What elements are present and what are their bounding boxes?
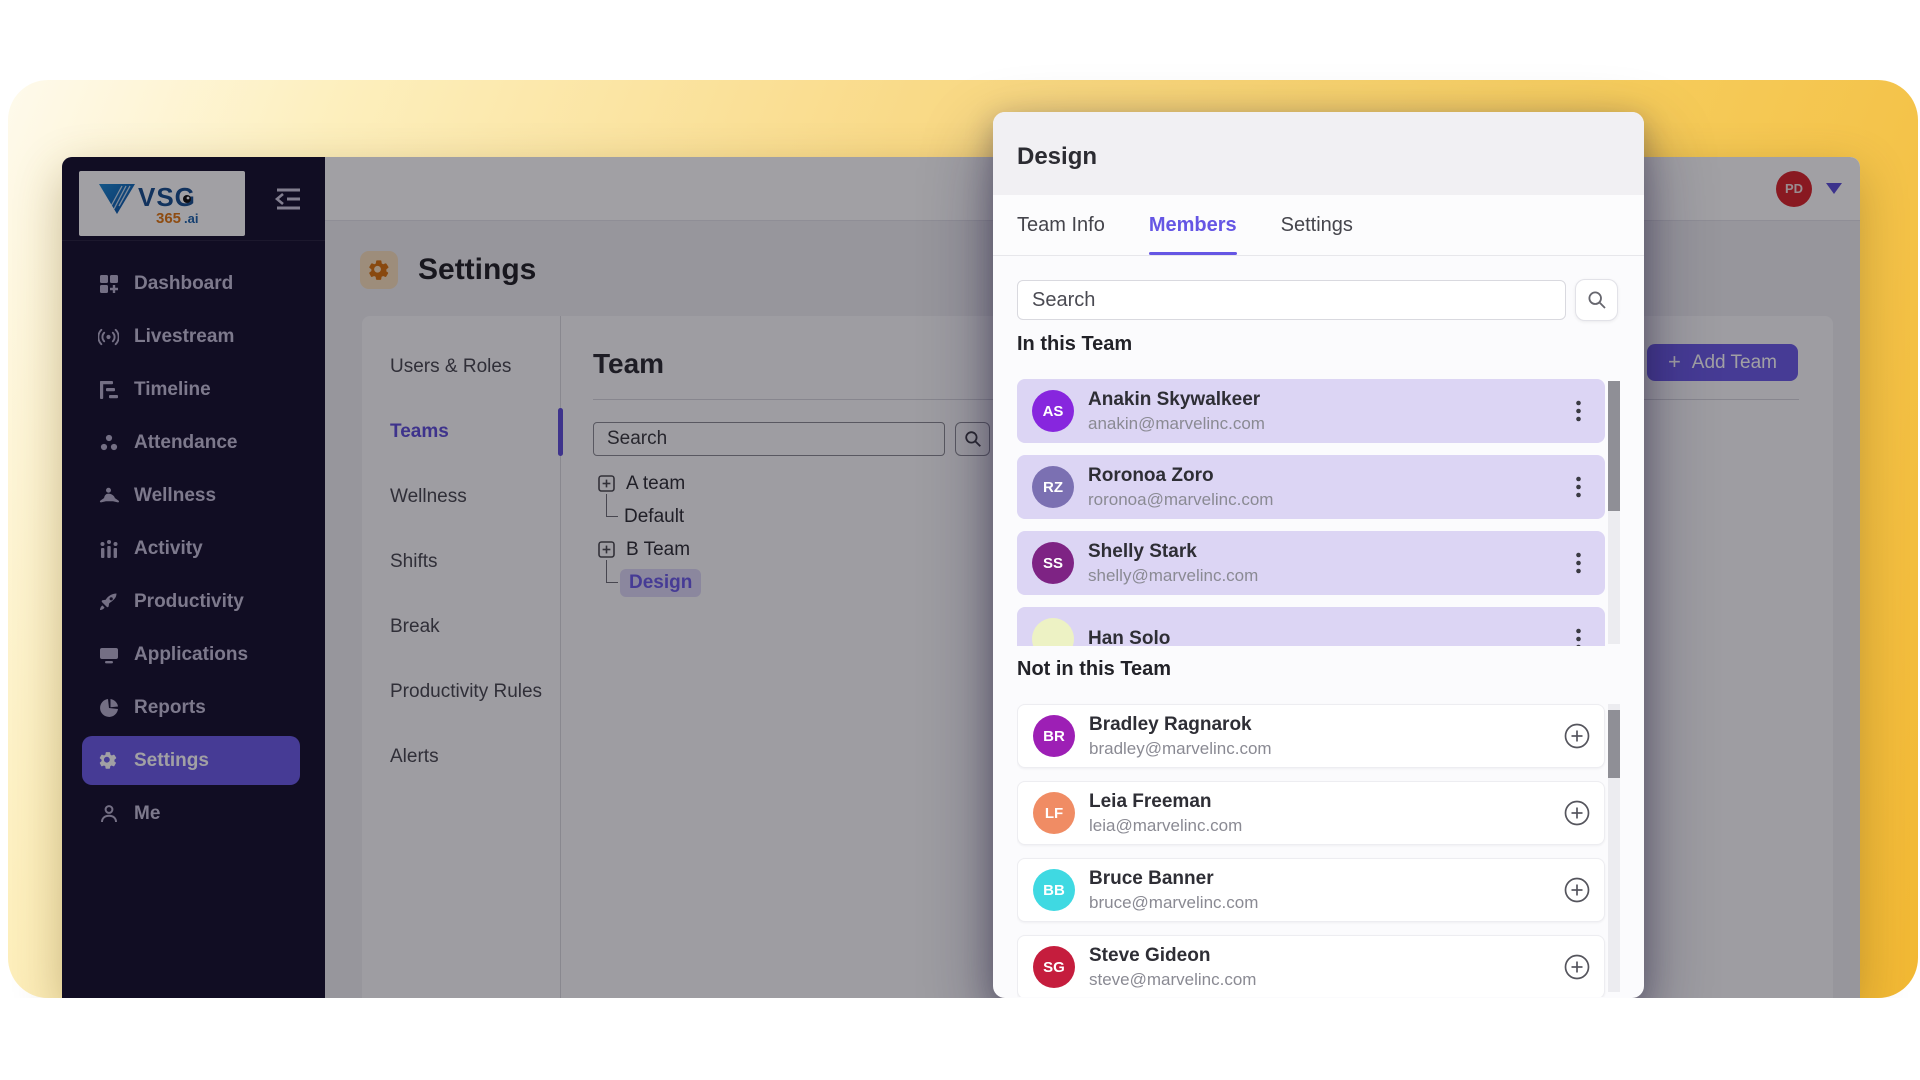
tab-settings[interactable]: Settings [1281,195,1353,255]
avatar: SG [1033,946,1075,988]
member-texts: Roronoa Zoro roronoa@marvelinc.com [1088,464,1273,511]
add-member-plus-icon[interactable] [1564,723,1590,749]
member-texts: Han Solo [1088,627,1170,646]
member-email: roronoa@marvelinc.com [1088,489,1274,509]
not-in-team-label: Not in this Team [1017,658,1172,680]
member-row[interactable]: SG Steve Gideon steve@marvelinc.com [1017,935,1605,997]
member-options-kebab-icon[interactable] [1565,628,1591,646]
search-icon [1587,291,1606,309]
modal-header: Design [993,112,1644,195]
member-texts: Steve Gideon steve@marvelinc.com [1089,944,1256,991]
member-row[interactable]: Han Solo [1017,607,1605,646]
tab-members[interactable]: Members [1148,195,1237,255]
page-margin [0,998,1920,1080]
member-row[interactable]: BB Bruce Banner bruce@marvelinc.com [1017,858,1605,922]
modal-title: Design [1017,142,1098,170]
member-options-kebab-icon[interactable] [1565,400,1591,422]
in-team-label: In this Team [1017,333,1133,355]
team-details-modal: Design Team Info Members Settings In thi… [993,112,1644,998]
avatar [1032,618,1074,646]
member-search-input[interactable] [1017,280,1566,320]
avatar: RZ [1032,466,1074,508]
member-name: Steve Gideon [1089,944,1211,966]
member-row[interactable]: BR Bradley Ragnarok bradley@marvelinc.co… [1017,704,1605,768]
avatar: AS [1032,390,1074,432]
member-row[interactable]: SS Shelly Stark shelly@marvelinc.com [1017,531,1605,595]
add-member-plus-icon[interactable] [1564,954,1590,980]
in-team-list: AS Anakin Skywalkeer anakin@marvelinc.co… [1017,369,1620,646]
member-search-button[interactable] [1575,279,1618,321]
member-name: Anakin Skywalkeer [1088,388,1261,410]
member-name: Shelly Stark [1088,540,1197,562]
avatar: BR [1033,715,1075,757]
member-row[interactable]: RZ Roronoa Zoro roronoa@marvelinc.com [1017,455,1605,519]
member-name: Roronoa Zoro [1088,464,1214,486]
not-in-team-list: BR Bradley Ragnarok bradley@marvelinc.co… [1017,694,1620,997]
scrollbar-thumb[interactable] [1608,381,1620,511]
member-name: Bradley Ragnarok [1089,713,1252,735]
member-name: Han Solo [1088,628,1171,646]
avatar: BB [1033,869,1075,911]
member-texts: Bruce Banner bruce@marvelinc.com [1089,867,1258,914]
avatar: LF [1033,792,1075,834]
member-email: bradley@marvelinc.com [1089,738,1272,758]
add-member-plus-icon[interactable] [1564,877,1590,903]
member-row[interactable]: AS Anakin Skywalkeer anakin@marvelinc.co… [1017,379,1605,443]
member-texts: Shelly Stark shelly@marvelinc.com [1088,540,1258,587]
member-email: shelly@marvelinc.com [1088,565,1259,585]
scrollbar-thumb[interactable] [1608,710,1620,778]
member-texts: Bradley Ragnarok bradley@marvelinc.com [1089,713,1272,760]
member-row[interactable]: LF Leia Freeman leia@marvelinc.com [1017,781,1605,845]
member-email: leia@marvelinc.com [1089,815,1243,835]
member-options-kebab-icon[interactable] [1565,476,1591,498]
member-texts: Leia Freeman leia@marvelinc.com [1089,790,1242,837]
member-email: anakin@marvelinc.com [1088,413,1265,433]
modal-tabs: Team Info Members Settings [993,195,1644,256]
tab-team-info[interactable]: Team Info [1017,195,1105,255]
avatar: SS [1032,542,1074,584]
modal-body: In this Team AS Anakin Skywalkeer anakin… [993,256,1644,997]
member-texts: Anakin Skywalkeer anakin@marvelinc.com [1088,388,1265,435]
member-email: steve@marvelinc.com [1089,969,1257,989]
add-member-plus-icon[interactable] [1564,800,1590,826]
member-search-row [1017,279,1620,321]
member-options-kebab-icon[interactable] [1565,552,1591,574]
member-name: Leia Freeman [1089,790,1212,812]
member-name: Bruce Banner [1089,867,1214,889]
member-email: bruce@marvelinc.com [1089,892,1259,912]
